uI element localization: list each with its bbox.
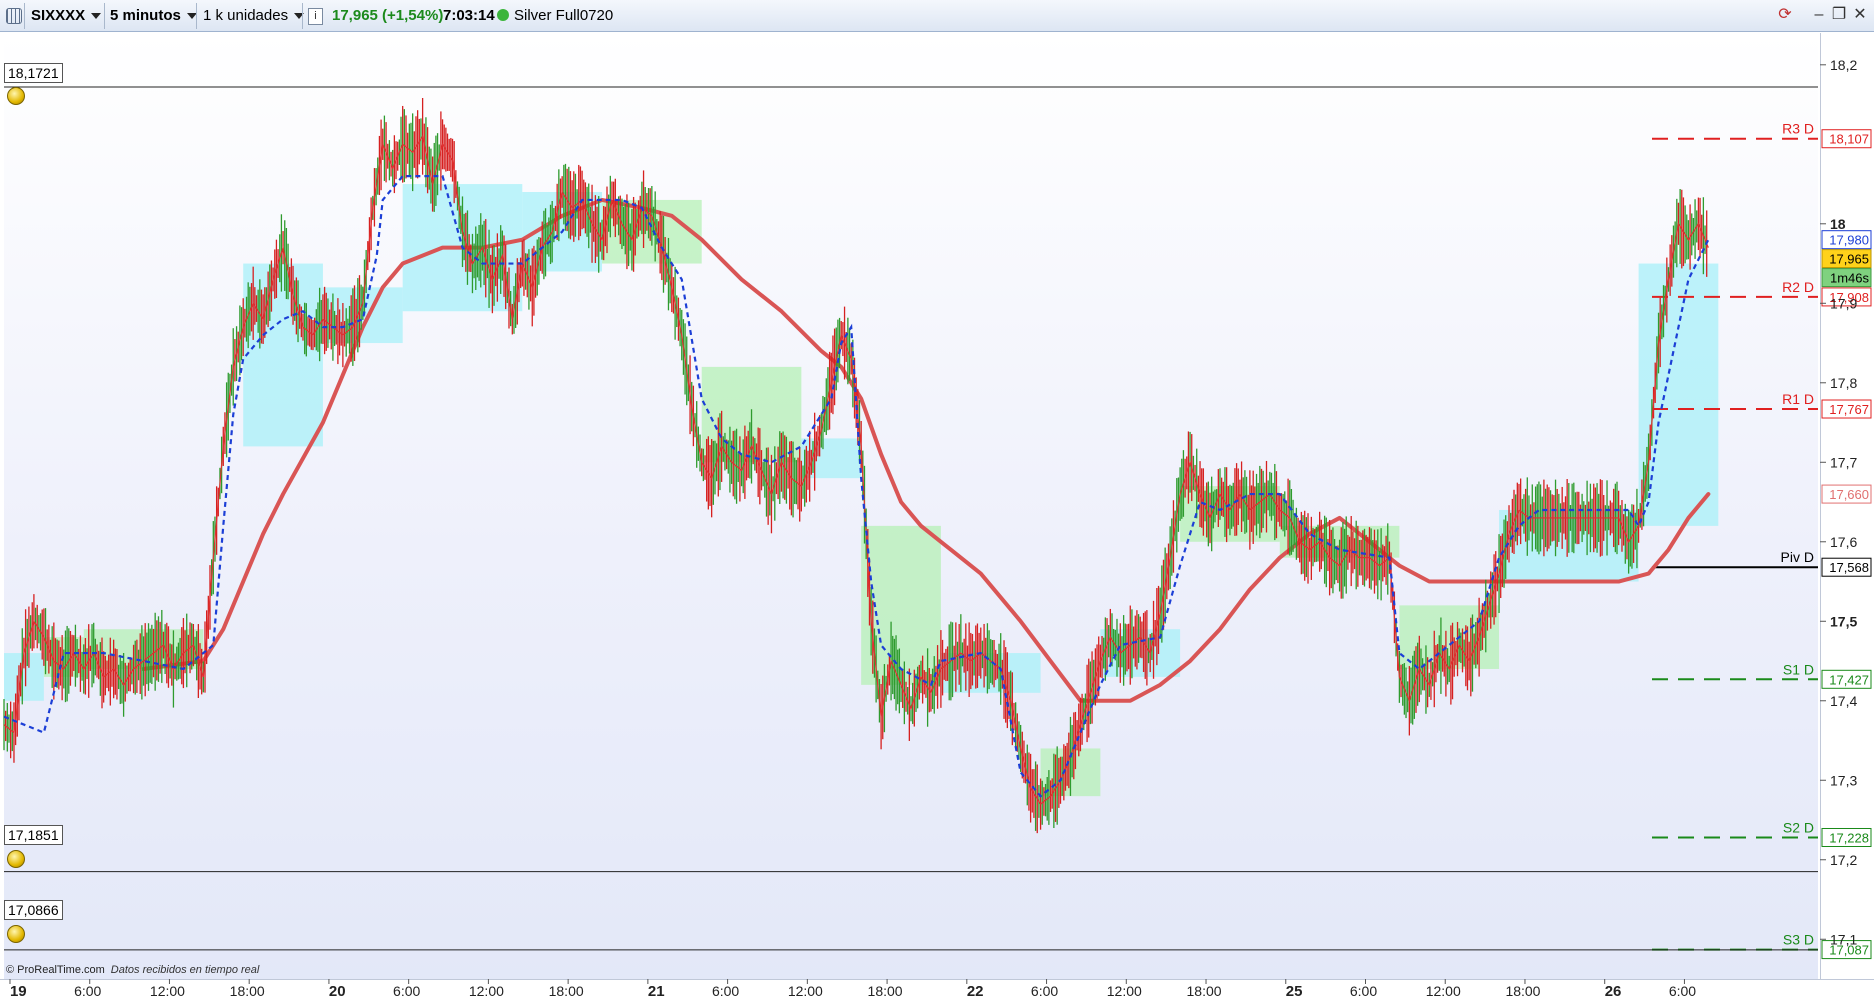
x-tick-label: 6:00 bbox=[1669, 983, 1696, 999]
price-chart: R3 D18,107R2 D17,908R1 D17,767Piv D17,56… bbox=[3, 57, 1872, 1000]
x-tick-label: 25 bbox=[1286, 983, 1303, 1000]
x-tick-label: 21 bbox=[648, 983, 665, 1000]
y-tick-label: 17,1 bbox=[1830, 931, 1857, 947]
pivot-level-value: 17,427 bbox=[1829, 672, 1869, 687]
x-tick-label: 20 bbox=[329, 983, 346, 1000]
y-tick-label: 17,6 bbox=[1830, 534, 1857, 550]
x-tick-label: 26 bbox=[1605, 983, 1622, 1000]
ma-price-tag-label: 17,660 bbox=[1829, 487, 1869, 502]
x-tick-label: 6:00 bbox=[712, 983, 739, 999]
x-tick-label: 12:00 bbox=[150, 983, 185, 999]
alert-line-label[interactable]: 18,1721 bbox=[4, 63, 63, 83]
bell-icon[interactable] bbox=[7, 87, 25, 105]
x-tick-label: 18:00 bbox=[549, 983, 584, 999]
x-tick-label: 12:00 bbox=[788, 983, 823, 999]
alert-line-label[interactable]: 17,0866 bbox=[4, 900, 63, 920]
bell-icon[interactable] bbox=[7, 925, 25, 943]
pivot-level-name: S2 D bbox=[1783, 819, 1814, 835]
pivot-level-name: S3 D bbox=[1783, 932, 1814, 948]
pivot-level-value: 17,568 bbox=[1829, 560, 1869, 575]
x-tick-label: 6:00 bbox=[74, 983, 101, 999]
x-tick-label: 6:00 bbox=[393, 983, 420, 999]
x-tick-label: 12:00 bbox=[469, 983, 504, 999]
x-tick-label: 18:00 bbox=[868, 983, 903, 999]
x-tick-label: 18:00 bbox=[1505, 983, 1540, 999]
x-axis-ticks: 19 6:00 12:00 18:00 20 6:00 12:00 18:00 21 6:00 12… bbox=[9, 979, 1696, 1000]
pivot-level-value: 17,228 bbox=[1829, 830, 1869, 845]
y-tick-label: 17,7 bbox=[1830, 454, 1857, 470]
x-tick-label: 6:00 bbox=[1031, 983, 1058, 999]
y-tick-label: 17,3 bbox=[1830, 772, 1857, 788]
x-tick-label: 6:00 bbox=[1350, 983, 1377, 999]
y-tick-label: 17,8 bbox=[1830, 375, 1857, 391]
bell-icon[interactable] bbox=[7, 850, 25, 868]
pivot-level-value: 18,107 bbox=[1829, 132, 1869, 147]
y-tick-label: 17,5 bbox=[1830, 613, 1857, 629]
pivot-level-name: R3 D bbox=[1782, 121, 1814, 137]
y-tick-label: 17,4 bbox=[1830, 693, 1857, 709]
brand-text: © ProRealTime.com bbox=[6, 964, 105, 976]
ichimoku-cloud bbox=[4, 184, 1719, 797]
kijun-price-tag-label: 17,980 bbox=[1829, 233, 1869, 248]
pivot-level-name: R1 D bbox=[1782, 391, 1814, 407]
pivot-level-value: 17,767 bbox=[1829, 402, 1869, 417]
pivot-level-name: S1 D bbox=[1783, 661, 1814, 677]
x-tick-label: 22 bbox=[967, 983, 984, 1000]
data-status-text: Datos recibidos en tiempo real bbox=[110, 964, 260, 976]
footer: © ProRealTime.com Datos recibidos en tiem… bbox=[6, 964, 259, 976]
x-tick-label: 18:00 bbox=[1187, 983, 1222, 999]
x-tick-label: 12:00 bbox=[1107, 983, 1142, 999]
x-tick-label: 12:00 bbox=[1426, 983, 1461, 999]
y-tick-label: 17,9 bbox=[1830, 295, 1857, 311]
y-tick-label: 18,2 bbox=[1830, 57, 1857, 73]
cloud-segment bbox=[801, 438, 862, 479]
y-tick-label: 17,2 bbox=[1830, 852, 1857, 868]
alert-line-label[interactable]: 17,1851 bbox=[4, 825, 63, 845]
countdown-label: 1m46s bbox=[1830, 271, 1870, 286]
x-tick-label: 19 bbox=[10, 983, 27, 1000]
y-tick-label: 18 bbox=[1830, 216, 1846, 232]
pivot-level-name: Piv D bbox=[1781, 549, 1814, 565]
current-price-tag-label: 17,965 bbox=[1829, 252, 1869, 267]
pivot-level-name: R2 D bbox=[1782, 279, 1814, 295]
x-tick-label: 18:00 bbox=[230, 983, 265, 999]
